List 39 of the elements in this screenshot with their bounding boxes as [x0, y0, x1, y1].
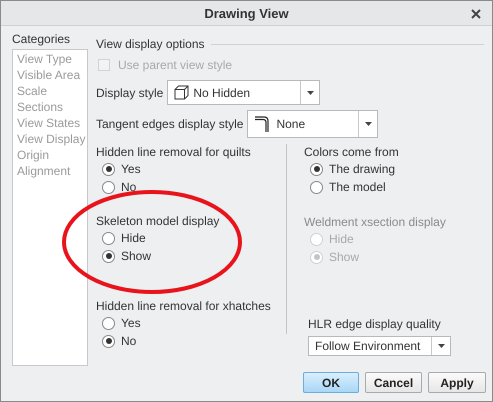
radio-label: Show — [329, 250, 360, 264]
group-label: Hidden line removal for xhatches — [96, 298, 272, 314]
group-label: Skeleton model display — [96, 213, 220, 229]
category-item[interactable]: Origin — [17, 147, 83, 163]
radio-label: The drawing — [329, 162, 396, 176]
radio-label: No — [121, 180, 136, 194]
section-title: View display options — [96, 37, 205, 51]
category-item[interactable]: Sections — [17, 99, 83, 115]
dialog-button[interactable]: Apply — [428, 372, 486, 393]
dropdown-value: No Hidden — [193, 86, 250, 100]
field-label: HLR edge display quality — [307, 316, 442, 332]
dialog-button[interactable]: OK — [303, 372, 359, 393]
radio-label: Hide — [329, 232, 354, 246]
category-item[interactable]: Visible Area — [17, 67, 83, 83]
radio-label: The model — [329, 180, 386, 194]
tangent-edges-dropdown[interactable]: None — [247, 110, 378, 138]
radio-label: Yes — [121, 316, 141, 330]
dropdown-value: Follow Environment — [315, 339, 420, 353]
dialog-button[interactable]: Cancel — [365, 372, 422, 393]
group-label: Colors come from — [304, 144, 400, 160]
checkbox-label: Use parent view style — [118, 58, 232, 72]
radio-label: Hide — [121, 231, 146, 245]
category-item[interactable]: View Display — [17, 131, 83, 147]
group-label: Hidden line removal for quilts — [96, 144, 252, 160]
category-item[interactable]: Alignment — [17, 163, 83, 179]
hlr-quality-dropdown[interactable]: Follow Environment — [308, 336, 451, 356]
window-title: Drawing View — [204, 6, 289, 20]
radio-label: No — [121, 334, 136, 348]
category-item[interactable]: View States — [17, 115, 83, 131]
field-label: Tangent edges display style — [96, 117, 244, 131]
display-style-dropdown[interactable]: No Hidden — [167, 80, 320, 105]
dropdown-value: None — [276, 117, 306, 131]
category-item[interactable]: View Type — [17, 51, 83, 67]
group-label: Weldment xsection display — [304, 214, 447, 230]
categories-label: Categories — [12, 32, 72, 46]
radio-label: Show — [121, 249, 152, 263]
field-label: Display style — [96, 86, 164, 100]
radio-label: Yes — [121, 162, 141, 176]
category-item[interactable]: Scale — [17, 83, 83, 99]
